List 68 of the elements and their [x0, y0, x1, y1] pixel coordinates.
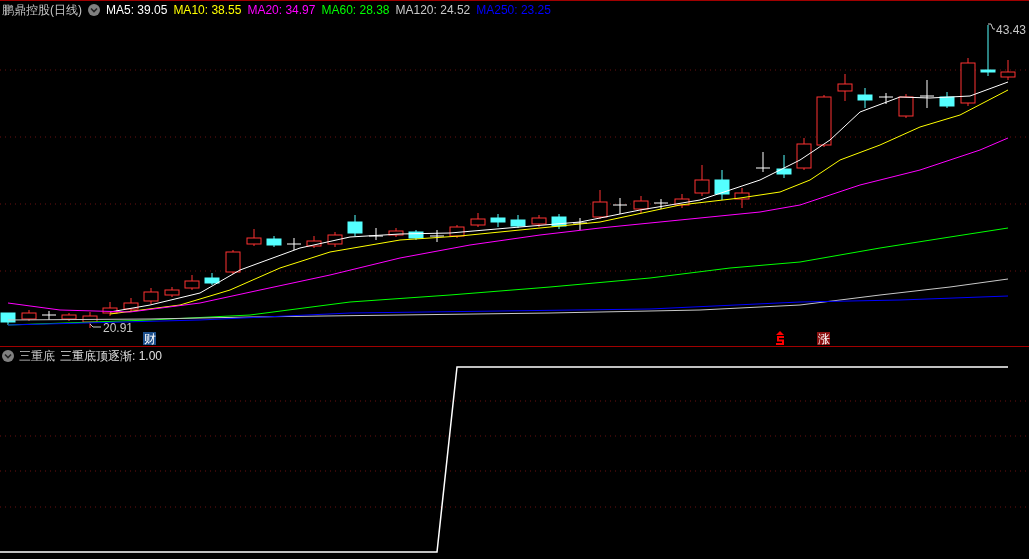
candlestick [41, 310, 57, 321]
low-price-label: 20.91 [103, 321, 134, 335]
candlestick [694, 164, 710, 197]
event-marker[interactable]: 财 [143, 332, 156, 346]
candlestick [490, 213, 506, 228]
candlestick [776, 154, 792, 179]
leader-line [987, 23, 996, 30]
dollar-sign-icon[interactable] [776, 331, 784, 345]
candlestick [939, 91, 955, 109]
dropdown-icon[interactable] [2, 349, 14, 362]
candlestick [21, 309, 37, 322]
candlestick [246, 228, 262, 247]
ma-legend-label: MA250: 23.25 [476, 1, 551, 19]
candlestick [204, 272, 220, 286]
candlestick [572, 217, 588, 231]
candlestick [388, 227, 404, 238]
candlestick [755, 151, 771, 173]
candlestick [408, 229, 424, 241]
ma-legend-label: MA10: 38.55 [173, 1, 242, 19]
candlestick [510, 214, 526, 229]
leader-line [89, 323, 102, 328]
candlestick [898, 93, 914, 119]
event-marker[interactable]: 涨 [817, 332, 830, 346]
candlestick [734, 187, 750, 209]
candlestick [796, 137, 812, 171]
candlestick [347, 214, 363, 237]
candlestick [919, 79, 935, 109]
candlestick [592, 189, 608, 220]
candlestick [837, 73, 853, 102]
candlestick [306, 235, 322, 249]
candlestick [612, 197, 628, 215]
candlestick [714, 169, 730, 201]
high-price-label: 43.43 [996, 23, 1027, 37]
candlestick [61, 312, 77, 322]
indicator-value: 三重底顶逐渐: 1.00 [60, 347, 163, 365]
candlestick [449, 224, 465, 239]
candlestick [123, 297, 139, 313]
candlestick [164, 286, 180, 298]
candlestick [980, 24, 996, 77]
candlestick [653, 198, 669, 210]
candlestick [960, 57, 976, 107]
candlestick [531, 214, 547, 228]
candlestick [674, 193, 690, 209]
candlestick [878, 92, 894, 105]
candlestick [470, 212, 486, 228]
candlestick [327, 231, 343, 248]
candlestick [857, 87, 873, 109]
candlestick [633, 195, 649, 214]
candlestick [429, 229, 445, 243]
candlestick [143, 287, 159, 305]
dropdown-icon[interactable] [88, 3, 100, 16]
candlestick [184, 274, 200, 291]
ma-legend-label: MA5: 39.05 [106, 1, 168, 19]
stock-title: 鹏鼎控股(日线) [2, 1, 82, 19]
candlestick [82, 311, 98, 329]
candlestick [1000, 59, 1016, 81]
candlestick [102, 301, 118, 317]
candlestick [225, 249, 241, 275]
candlestick [0, 312, 16, 326]
ma-legend-label: MA60: 28.38 [321, 1, 390, 19]
candlestick [551, 213, 567, 230]
indicator-title: 三重底 [19, 347, 55, 365]
candlestick [266, 235, 282, 248]
ma-legend-label: MA120: 24.52 [395, 1, 471, 19]
candlestick [286, 237, 302, 251]
candlestick [368, 227, 384, 241]
candlestick [816, 94, 832, 148]
ma-legend-label: MA20: 34.97 [247, 1, 316, 19]
